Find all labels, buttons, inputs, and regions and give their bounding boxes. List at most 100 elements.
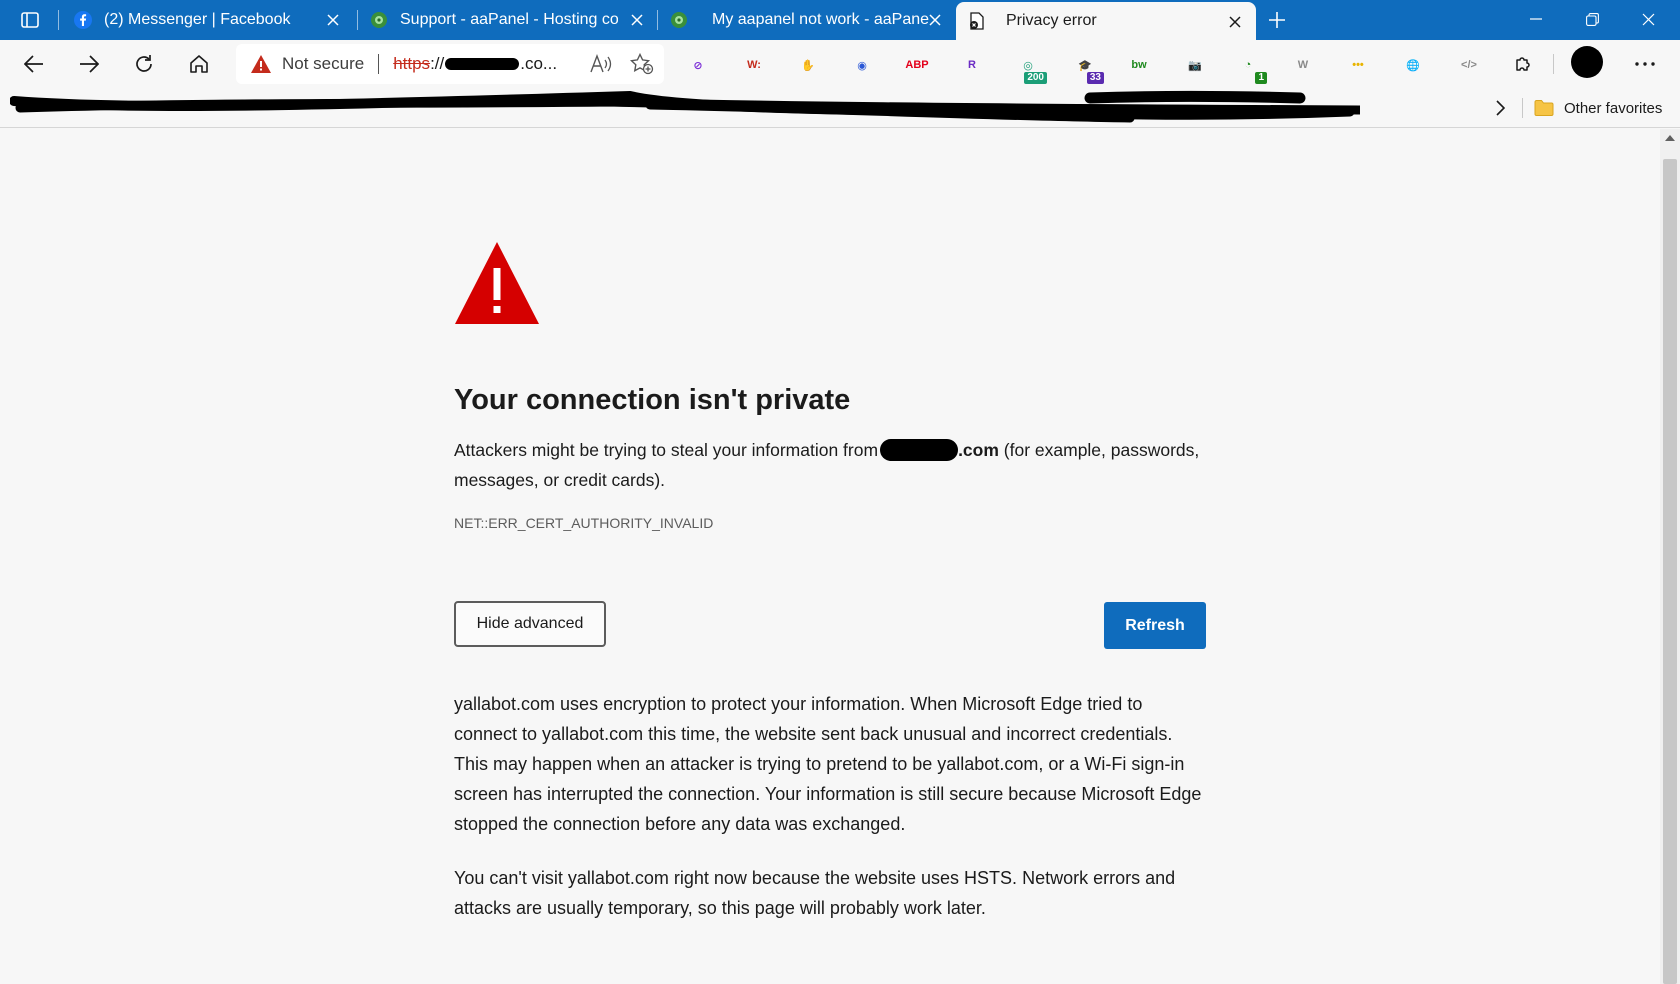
yellow-extension-icon[interactable]: ••• [1345,52,1371,78]
scroll-thumb[interactable] [1663,159,1677,984]
close-window-button[interactable] [1620,0,1676,38]
extension-badge: 33 [1086,72,1104,84]
tab-aapanel-support[interactable]: Support - aaPanel - Hosting cont [370,0,658,40]
abp-icon-glyph: ABP [905,59,929,71]
globe-extension-icon[interactable]: 🌐 [1400,52,1426,78]
aapanel-icon [670,11,688,29]
favorites-separator [1522,98,1523,118]
close-tab-icon[interactable] [324,11,342,29]
add-favorite-icon[interactable] [629,52,654,80]
profile-button[interactable] [1569,46,1605,78]
more-icon [1635,62,1655,66]
summary-domain: .com [958,440,999,460]
not-secure-label[interactable]: Not secure [282,54,364,74]
back-button[interactable] [16,48,52,80]
tab-strip: (2) Messenger | Facebook Support - aaPan… [0,0,1680,40]
address-divider [378,54,380,74]
close-tab-icon[interactable] [1226,13,1244,31]
tab-actions-icon [21,12,39,28]
favorites-bar: Other favorites [0,88,1680,128]
restore-icon [1585,12,1599,26]
seo-extension-icon[interactable]: ◎ 200 [1015,52,1047,84]
advanced-details: yallabot.com uses encryption to protect … [454,689,1206,923]
bw-extension-icon[interactable]: bw [1126,52,1152,78]
graduation-cap-icon-glyph: 🎓 [1078,59,1092,72]
favorites-overflow-button[interactable] [1490,98,1510,118]
home-button[interactable] [181,48,217,80]
code-extension-icon[interactable]: </> [1456,52,1482,78]
color-picker-icon-glyph: ◉ [857,59,867,72]
redaction-mark [445,58,520,70]
close-tab-icon[interactable] [926,11,944,29]
close-icon [1642,13,1654,25]
tab-title: Support - aaPanel - Hosting cont [400,11,618,28]
adblock-icon[interactable]: ✋ [795,52,821,78]
close-tab-icon[interactable] [628,11,646,29]
tab-title: Privacy error [1006,12,1097,29]
tab-separator [357,10,358,30]
redaction-scribble [10,90,1360,123]
button-row: Hide advanced Refresh [454,601,1206,649]
read-aloud-icon[interactable] [590,54,612,79]
globe-extension-icon-glyph: 🌐 [1406,59,1420,72]
tab-messenger[interactable]: (2) Messenger | Facebook [70,0,354,40]
hide-advanced-button[interactable]: Hide advanced [454,601,606,647]
code-extension-icon-glyph: </> [1461,59,1477,71]
forward-arrow-icon [80,55,99,73]
url-separator: :// [430,54,445,73]
w-extension-icon-glyph: W: [747,59,761,71]
color-picker-icon[interactable]: ◉ [849,52,875,78]
summary-text: Attackers might be trying to steal your … [454,440,879,460]
other-favorites-label: Other favorites [1564,99,1663,117]
plus-icon [1269,12,1285,28]
camera-icon[interactable]: 📷 [1182,52,1208,78]
extension-badge: 200 [1024,72,1047,84]
bw-extension-icon-glyph: bw [1131,59,1147,71]
restore-button[interactable] [1564,0,1620,38]
other-favorites-folder[interactable]: Other favorites [1534,96,1662,120]
w-extension-icon[interactable]: W: [741,52,767,78]
forward-button[interactable] [71,48,107,80]
block-icon[interactable]: ⊘ [685,52,711,78]
puzzle-icon [1516,57,1530,71]
tab-privacy-error[interactable]: Privacy error [956,2,1256,40]
tab-aapanel-not-work[interactable]: My aapanel not work - aaPanel - [670,0,956,40]
graduation-cap-icon[interactable]: 🎓 33 [1072,52,1104,84]
scroll-up-arrow-icon[interactable] [1664,133,1676,143]
chevron-right-icon [1496,100,1505,116]
minimize-button[interactable] [1508,0,1564,38]
new-tab-button[interactable] [1264,8,1290,32]
url-scheme: https [393,54,431,73]
adblock-icon-glyph: ✋ [801,59,815,72]
minimize-icon [1530,18,1542,20]
tab-separator [58,10,59,30]
details-paragraph: yallabot.com uses encryption to protect … [454,694,1202,834]
error-summary: Attackers might be trying to steal your … [454,435,1206,495]
settings-more-button[interactable] [1627,48,1663,80]
r-extension-icon-glyph: R [968,59,976,71]
tab-separator [657,10,658,30]
wordpress-icon[interactable]: W [1290,52,1316,78]
timer-extension-icon[interactable]: ◔ 1 [1235,52,1267,84]
warning-triangle-icon [455,242,539,324]
tab-actions-button[interactable] [14,8,46,32]
refresh-page-button[interactable]: Refresh [1104,602,1206,649]
avatar [1571,46,1603,78]
page-scrollbar[interactable] [1660,129,1680,984]
home-icon [190,55,208,73]
toolbar: Not secure https :// .co... ⊘ W: ✋ ◉ ABP R ◎ 20… [0,40,1680,88]
abp-icon[interactable]: ABP [904,52,930,78]
error-page-content: Your connection isn't private Attackers … [454,240,1206,923]
extensions-button[interactable] [1506,48,1542,80]
r-extension-icon[interactable]: R [959,52,985,78]
url-tail: .co... [520,54,558,73]
error-code[interactable]: NET::ERR_CERT_AUTHORITY_INVALID [454,515,1206,531]
redaction-mark [880,439,959,461]
wordpress-icon-glyph: W [1297,59,1309,71]
address-bar[interactable]: Not secure https :// .co... [236,44,664,84]
toolbar-separator [1553,54,1554,74]
refresh-button[interactable] [126,48,162,80]
block-icon-glyph: ⊘ [693,59,703,72]
url-text[interactable]: https :// .co... [393,54,557,74]
back-arrow-icon [24,55,43,73]
